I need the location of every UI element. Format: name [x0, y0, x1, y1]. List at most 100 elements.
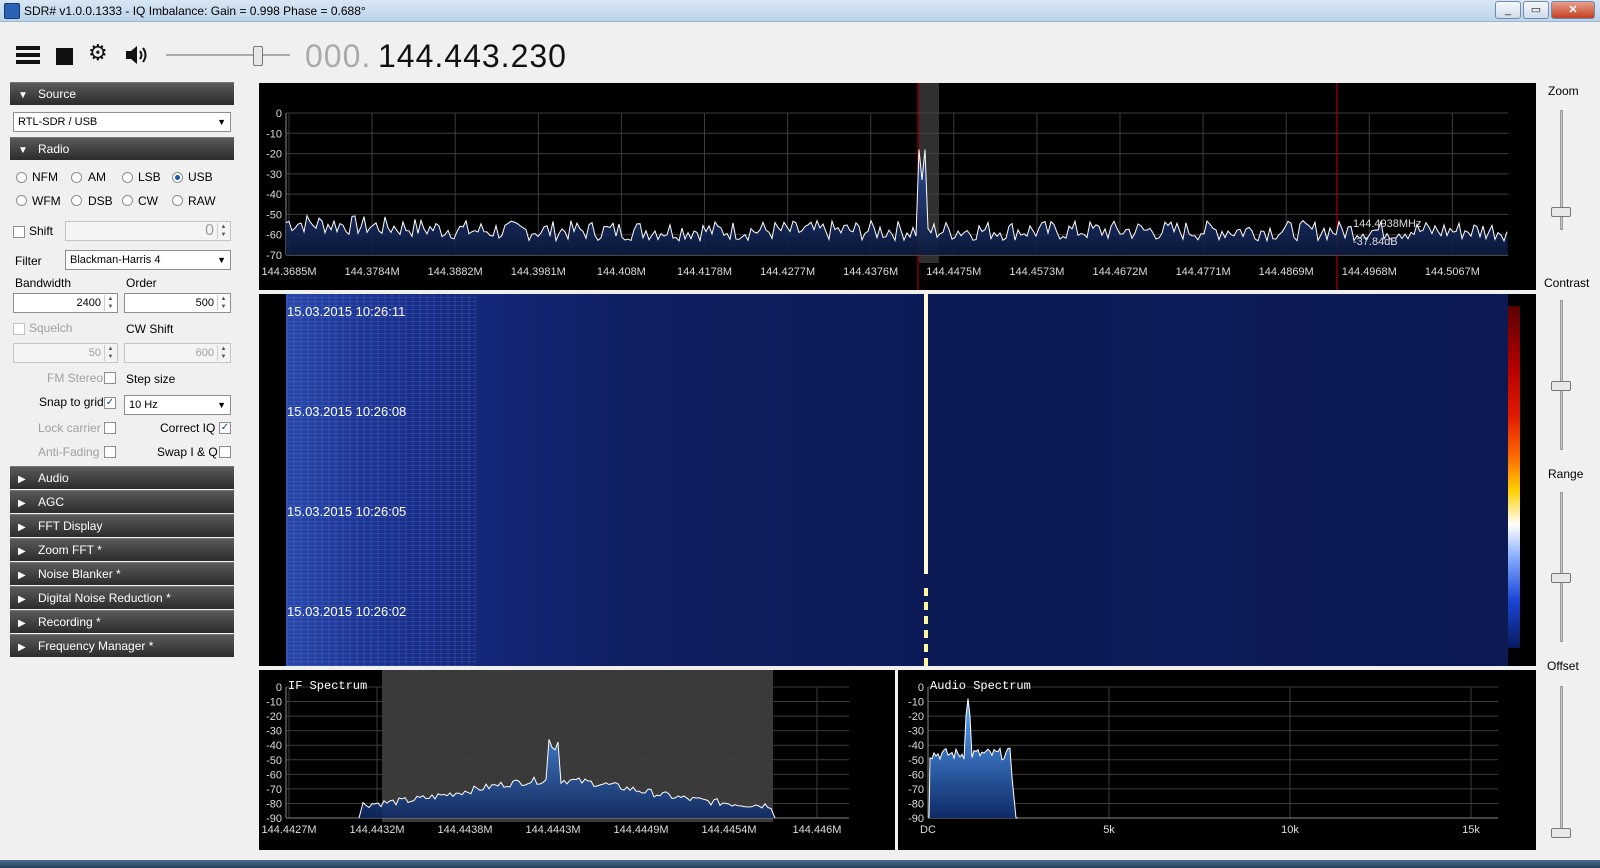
range-label: Range: [1548, 467, 1584, 481]
shift-input[interactable]: 0 ▲ ▼: [65, 221, 231, 241]
agc-header-label: AGC: [38, 495, 65, 509]
freq-tick-label: 144.4573M: [1009, 266, 1064, 278]
volume-slider-track[interactable]: [166, 54, 290, 56]
offset-slider-thumb[interactable]: [1551, 828, 1571, 838]
frequency-manager-panel-header[interactable]: ▶ Frequency Manager *: [10, 634, 234, 657]
color-scale-bar: [1508, 306, 1520, 648]
snap-to-grid-label: Snap to grid: [39, 395, 104, 409]
frequency-display[interactable]: 144.443.230: [378, 38, 567, 75]
lock-carrier-checkbox[interactable]: [104, 422, 116, 434]
mode-am-radio[interactable]: [71, 172, 82, 183]
freq-tick-label: 144.3882M: [428, 266, 483, 278]
range-slider-thumb[interactable]: [1551, 573, 1571, 583]
freq-tick-label: 144.446M: [793, 824, 842, 836]
frequency-prefix[interactable]: 000.: [305, 38, 371, 75]
db-tick-label: -10: [908, 697, 924, 709]
waterfall-display[interactable]: 15.03.2015 10:26:11 15.03.2015 10:26:08 …: [259, 294, 1536, 666]
contrast-label: Contrast: [1544, 276, 1590, 290]
cw-shift-value: 600: [195, 347, 214, 359]
filter-select[interactable]: Blackman-Harris 4 ▼: [65, 250, 231, 270]
audio-spectrum-title: Audio Spectrum: [930, 679, 1031, 693]
digital-noise-reduction-panel-header[interactable]: ▶ Digital Noise Reduction *: [10, 586, 234, 609]
waterfall-signal-trace: [924, 294, 928, 574]
freq-tick-label: 15k: [1462, 824, 1480, 836]
noise-blanker-panel-header[interactable]: ▶ Noise Blanker *: [10, 562, 234, 585]
if-spectrum-panel[interactable]: 0 -10 -20 -30 -40 -50 -60 -70 -80 -90 144.4427M 14…: [259, 670, 895, 850]
zoom-slider-thumb[interactable]: [1551, 207, 1571, 217]
fft-display-panel-header[interactable]: ▶ FFT Display: [10, 514, 234, 537]
gear-icon[interactable]: ⚙: [88, 40, 108, 66]
db-tick-label: -50: [908, 755, 924, 767]
close-button[interactable]: ✕: [1551, 1, 1595, 19]
audio-spectrum-panel[interactable]: 0 -10 -20 -30 -40 -50 -60 -70 -80 -90 DC 5k 10k 15k …: [898, 670, 1536, 850]
title-bar[interactable]: SDR# v1.0.0.1333 - IQ Imbalance: Gain = …: [0, 0, 1600, 22]
audio-panel-header[interactable]: ▶ Audio: [10, 466, 234, 489]
waterfall-signal-trace-broken: [924, 588, 928, 666]
offset-slider-track[interactable]: [1560, 686, 1563, 836]
snap-to-grid-checkbox[interactable]: ✓: [104, 397, 116, 409]
freq-tick-label: 144.4277M: [760, 266, 815, 278]
source-device-select[interactable]: RTL-SDR / USB ▼: [13, 112, 231, 132]
mode-wfm-radio[interactable]: [16, 195, 27, 206]
minimize-button[interactable]: _: [1495, 1, 1521, 19]
correct-iq-checkbox[interactable]: ✓: [219, 422, 231, 434]
cursor-frequency: 144.4938MHz: [1353, 218, 1422, 230]
zoom-label: Zoom: [1548, 84, 1579, 98]
squelch-checkbox[interactable]: [13, 323, 25, 335]
mode-nfm-label: NFM: [32, 170, 58, 184]
db-tick-label: -30: [266, 726, 282, 738]
bandwidth-label: Bandwidth: [15, 276, 72, 290]
db-tick-label: -60: [266, 230, 282, 242]
fm-stereo-checkbox[interactable]: [104, 372, 116, 384]
if-spectrum-title: IF Spectrum: [288, 679, 367, 693]
maximize-button[interactable]: ▭: [1523, 1, 1549, 19]
anti-fading-checkbox[interactable]: [104, 446, 116, 458]
mode-dsb-radio[interactable]: [71, 195, 82, 206]
menu-icon[interactable]: [16, 44, 40, 66]
mode-cw-radio[interactable]: [122, 195, 133, 206]
db-tick-label: -60: [908, 769, 924, 781]
mode-usb-radio[interactable]: [172, 172, 183, 183]
db-tick-label: -80: [266, 798, 282, 810]
db-tick-label: -20: [908, 711, 924, 723]
stop-icon[interactable]: [56, 48, 73, 65]
squelch-input[interactable]: 50 ▲ ▼: [13, 343, 118, 363]
db-tick-label: -40: [266, 189, 282, 201]
app-icon: [4, 3, 20, 19]
zoom-fft-panel-header[interactable]: ▶ Zoom FFT *: [10, 538, 234, 561]
mode-lsb-radio[interactable]: [122, 172, 133, 183]
cw-shift-input[interactable]: 600 ▲ ▼: [124, 343, 231, 363]
db-tick-label: -60: [266, 769, 282, 781]
swap-iq-checkbox[interactable]: [219, 446, 231, 458]
freq-tick-label: 144.4178M: [677, 266, 732, 278]
noise-blanker-header-label: Noise Blanker *: [38, 567, 121, 581]
mode-nfm-radio[interactable]: [16, 172, 27, 183]
correct-iq-label: Correct IQ: [160, 421, 216, 435]
db-tick-label: -70: [266, 784, 282, 796]
contrast-slider-thumb[interactable]: [1551, 381, 1571, 391]
db-tick-label: -50: [266, 209, 282, 221]
contrast-slider-track[interactable]: [1560, 300, 1563, 450]
lock-carrier-label: Lock carrier: [38, 421, 101, 435]
step-size-value: 10 Hz: [129, 399, 158, 411]
step-size-select[interactable]: 10 Hz ▼: [124, 395, 231, 415]
agc-panel-header[interactable]: ▶ AGC: [10, 490, 234, 513]
recording-header-label: Recording *: [38, 615, 101, 629]
range-slider-track[interactable]: [1560, 492, 1563, 642]
source-panel-header[interactable]: ▼ Source: [10, 82, 234, 105]
spectrum-analyzer[interactable]: 0 -10 -20 -30 -40 -50 -60 -70 144.3685M 144.3784…: [259, 83, 1536, 290]
shift-checkbox[interactable]: [13, 226, 25, 238]
db-tick-label: 0: [276, 108, 282, 120]
volume-slider-thumb[interactable]: [253, 46, 263, 66]
radio-panel-header[interactable]: ▼ Radio: [10, 137, 234, 160]
freq-tick-label: 144.4869M: [1259, 266, 1314, 278]
speaker-icon[interactable]: [124, 44, 150, 69]
cursor-level: -37.84dB: [1353, 236, 1398, 248]
mode-raw-label: RAW: [188, 194, 216, 208]
recording-panel-header[interactable]: ▶ Recording *: [10, 610, 234, 633]
radio-header-label: Radio: [38, 142, 70, 156]
order-input[interactable]: 500 ▲ ▼: [124, 293, 231, 313]
mode-raw-radio[interactable]: [172, 195, 183, 206]
bandwidth-input[interactable]: 2400 ▲ ▼: [13, 293, 118, 313]
freq-tick-label: 144.4475M: [926, 266, 981, 278]
